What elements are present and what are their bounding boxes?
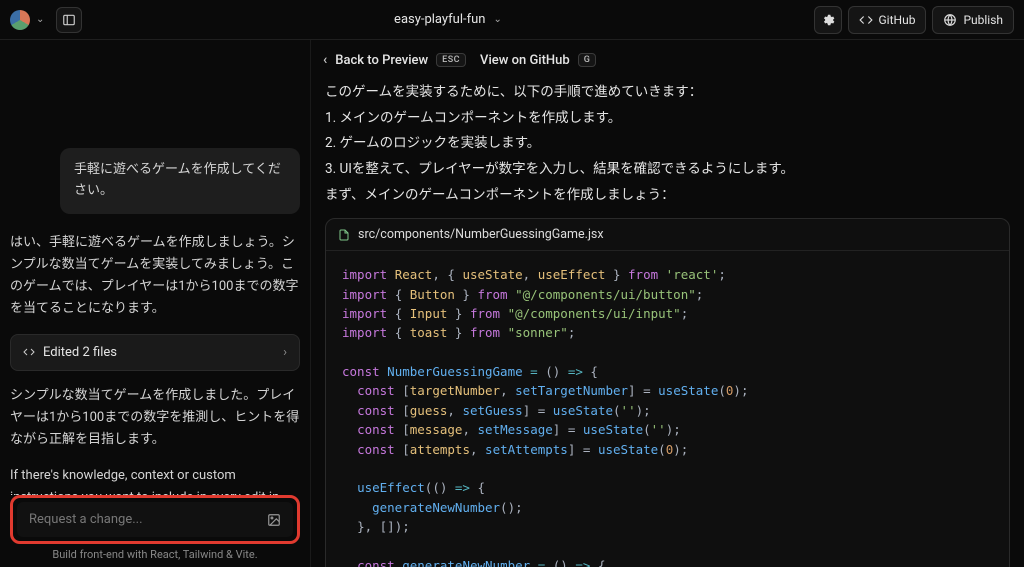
edited-files-label: Edited 2 files [43,345,117,360]
chat-input-highlight: Request a change... [10,495,300,544]
knowledge-note: If there's knowledge, context or custom … [10,465,300,495]
footer-note: Build front-end with React, Tailwind & V… [10,544,300,567]
github-button[interactable]: GitHub [848,6,927,34]
settings-button[interactable] [814,6,842,34]
app-logo[interactable] [10,10,30,30]
sub-header: ‹ Back to Preview ESC View on GitHub G [311,40,1024,80]
top-bar: ⌄ easy-playful-fun ⌄ GitHub Publish [0,0,1024,40]
main-panel: ‹ Back to Preview ESC View on GitHub G こ… [310,40,1024,567]
explanation-block: このゲームを実装するために、以下の手順で進めていきます： 1. メインのゲームコ… [325,80,1010,208]
github-label: GitHub [879,13,916,27]
explanation-step: 1. メインのゲームコンポーネントを作成します。 [325,106,1010,132]
view-on-github-button[interactable]: View on GitHub G [480,53,596,68]
chevron-down-icon[interactable]: ⌄ [36,14,44,25]
chevron-left-icon: ‹ [323,52,327,68]
chevron-down-icon: ⌄ [493,14,501,25]
esc-kbd: ESC [436,53,466,67]
code-icon [859,13,873,27]
chat-input[interactable]: Request a change... [17,502,293,537]
code-icon [23,346,35,358]
code-block[interactable]: import React, { useState, useEffect } fr… [326,251,1009,567]
project-title[interactable]: easy-playful-fun ⌄ [82,12,813,27]
sidebar-toggle-button[interactable] [56,7,82,33]
explanation-line: まず、メインのゲームコンポーネントを作成しましょう： [325,183,1010,209]
back-to-preview-button[interactable]: ‹ Back to Preview ESC [323,52,466,68]
chevron-right-icon: › [283,345,287,360]
edited-files-card[interactable]: Edited 2 files › [10,334,300,371]
gear-icon [821,13,835,27]
project-name-label: easy-playful-fun [394,12,485,27]
code-card: src/components/NumberGuessingGame.jsx im… [325,218,1010,567]
user-message: 手軽に遊べるゲームを作成してください。 [60,148,300,214]
globe-icon [943,13,957,27]
assistant-summary: シンプルな数当てゲームを作成しました。プレイヤーは1から100までの数字を推測し… [10,385,300,451]
code-header: src/components/NumberGuessingGame.jsx [326,219,1009,251]
code-filename: src/components/NumberGuessingGame.jsx [358,227,604,242]
explanation-step: 2. ゲームのロジックを実装します。 [325,131,1010,157]
explanation-line: このゲームを実装するために、以下の手順で進めていきます： [325,80,1010,106]
assistant-intro: はい、手軽に遊べるゲームを作成しましょう。シンプルな数当てゲームを実装してみまし… [10,232,300,320]
back-label: Back to Preview [335,53,428,68]
view-github-label: View on GitHub [480,53,570,68]
image-icon[interactable] [267,513,281,527]
chat-input-placeholder: Request a change... [29,512,143,527]
user-message-text: 手軽に遊べるゲームを作成してください。 [74,162,281,198]
explanation-step: 3. UIを整えて、プレイヤーが数字を入力し、結果を確認できるようにします。 [325,157,1010,183]
publish-button[interactable]: Publish [932,6,1014,34]
file-icon [338,229,350,241]
chat-panel: 手軽に遊べるゲームを作成してください。 はい、手軽に遊べるゲームを作成しましょう… [0,40,310,567]
panel-icon [62,13,76,27]
g-kbd: G [578,53,597,67]
publish-label: Publish [963,13,1003,27]
